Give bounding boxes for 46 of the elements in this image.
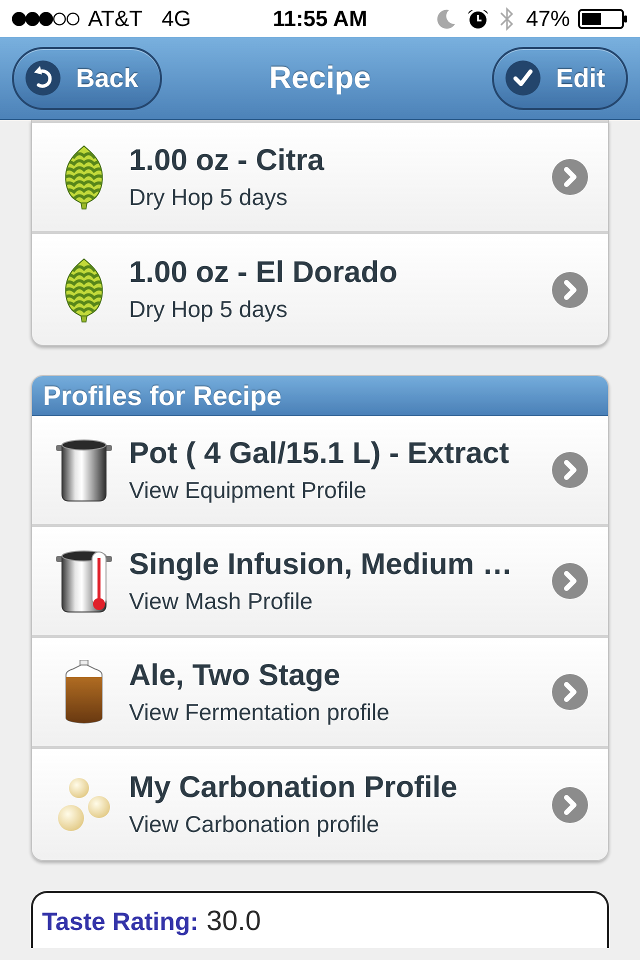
- item-subtitle: View Fermentation profile: [129, 698, 390, 726]
- profile-row[interactable]: Single Infusion, Medium … View Mash Profile: [32, 527, 608, 638]
- checkmark-icon: [505, 60, 541, 96]
- item-subtitle: View Mash Profile: [129, 586, 313, 616]
- bubbles-icon: [57, 776, 111, 832]
- chevron-right-icon: [552, 159, 588, 195]
- page-title: Recipe: [269, 58, 371, 97]
- back-button[interactable]: Back: [12, 46, 162, 110]
- item-title: Pot ( 4 Gal/15.1 L) - Extract: [129, 436, 510, 472]
- hop-addition-row[interactable]: 1.00 oz - El Dorado Dry Hop 5 days: [32, 234, 608, 345]
- chevron-right-icon: [552, 563, 588, 599]
- item-subtitle: View Carbonation profile: [129, 810, 380, 839]
- item-title: My Carbonation Profile: [129, 770, 458, 806]
- edit-button[interactable]: Edit: [492, 46, 628, 110]
- moon-icon: [436, 8, 456, 28]
- taste-rating-label: Taste Rating:: [42, 907, 198, 938]
- profile-row[interactable]: Ale, Two Stage View Fermentation profile: [32, 638, 608, 749]
- carrier-name: AT&T: [88, 6, 143, 32]
- battery-percentage: 47%: [526, 6, 570, 32]
- hop-cone-icon: [64, 256, 104, 322]
- item-subtitle: Dry Hop 5 days: [129, 182, 288, 212]
- item-title: 1.00 oz - El Dorado: [129, 255, 398, 291]
- item-subtitle: View Equipment Profile: [129, 476, 366, 504]
- taste-rating-value: 30.0: [206, 905, 261, 937]
- chevron-right-icon: [552, 674, 588, 710]
- item-title: 1.00 oz - Citra: [129, 142, 324, 178]
- profile-row[interactable]: My Carbonation Profile View Carbonation profile: [32, 749, 608, 860]
- chevron-right-icon: [552, 452, 588, 488]
- item-title: Single Infusion, Medium …: [129, 546, 512, 582]
- profile-row[interactable]: Pot ( 4 Gal/15.1 L) - Extract View Equipment Profile: [32, 416, 608, 527]
- clock-time: 11:55 AM: [272, 6, 368, 32]
- section-title: Profiles for Recipe: [43, 380, 282, 412]
- pot-icon: [56, 437, 112, 503]
- network-type: 4G: [162, 6, 191, 32]
- item-title: Ale, Two Stage: [129, 658, 340, 694]
- bluetooth-icon: [500, 6, 514, 30]
- hop-cone-icon: [64, 144, 104, 210]
- item-subtitle: Dry Hop 5 days: [129, 295, 288, 324]
- fermenter-icon: [63, 660, 105, 724]
- alarm-clock-icon: [466, 8, 489, 28]
- chevron-right-icon: [552, 272, 588, 308]
- pot-thermometer-icon: [56, 548, 112, 614]
- hop-addition-row[interactable]: 1.00 oz - Citra Dry Hop 5 days: [32, 123, 608, 234]
- battery-icon: [578, 8, 628, 28]
- chevron-right-icon: [552, 786, 588, 822]
- signal-strength-icon: [12, 12, 80, 26]
